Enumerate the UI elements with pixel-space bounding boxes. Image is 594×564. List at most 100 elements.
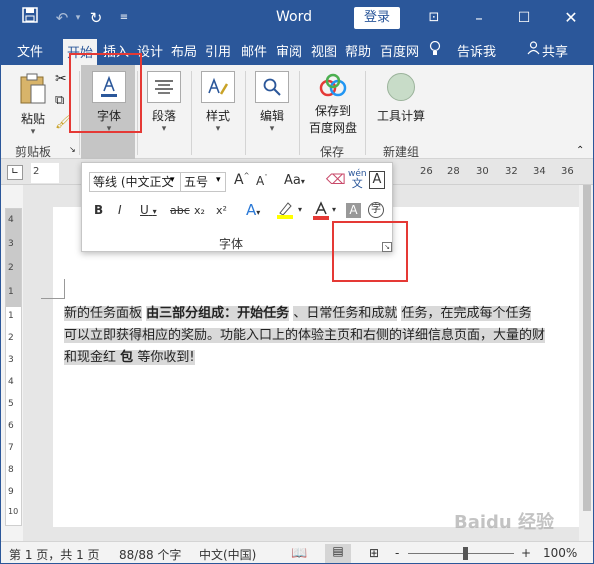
font-color-icon[interactable]: [312, 201, 330, 224]
tools-calc-button[interactable]: 工具计算: [373, 73, 429, 124]
paragraph-button[interactable]: 段落 ▾: [144, 71, 184, 134]
quick-access-icon[interactable]: ≡: [113, 7, 135, 29]
tab-view[interactable]: 视图: [311, 41, 337, 60]
zoom-slider-thumb[interactable]: [463, 547, 468, 560]
zoom-slider-track[interactable]: [408, 553, 514, 554]
save-to-baidu-button[interactable]: 保存到 百度网盘: [305, 73, 361, 136]
font-name-select[interactable]: 等线 (中文正文: [89, 172, 181, 192]
phonetic-guide-button[interactable]: wén 文: [348, 169, 367, 189]
text-line: 可以立即获得相应的奖励。功能入口上的体验主页和右侧的详细信息页面，大量的财: [64, 325, 578, 347]
shrink-font-button[interactable]: Aˇ: [256, 174, 268, 188]
font-name-dropdown-icon[interactable]: ▾: [170, 175, 175, 185]
language-indicator[interactable]: 中文(中国): [199, 546, 256, 563]
tab-references[interactable]: 引用: [205, 41, 231, 60]
title-bar: ↶ ▾ ↻ ≡ Word 登录 ⊡ – ☐ ✕: [1, 1, 593, 35]
copy-icon[interactable]: ⧉: [55, 93, 64, 108]
clipboard-icon: [15, 73, 51, 108]
paragraph-icon: [147, 71, 181, 103]
clipboard-launcher-icon[interactable]: ↘: [69, 145, 76, 154]
tab-selector-icon[interactable]: ∟: [7, 165, 23, 180]
ruler-number: 4: [8, 215, 14, 225]
ruler-number: 36: [561, 166, 574, 177]
vertical-scrollbar[interactable]: [579, 185, 593, 541]
bold-button[interactable]: B: [94, 203, 103, 217]
save-icon[interactable]: [19, 7, 41, 29]
document-text[interactable]: 新的任务面板 由三部分组成：开始任务 、日常任务和成就 任务，在完成每个任务 可…: [64, 303, 578, 369]
save-baidu-label-1: 保存到: [314, 104, 351, 118]
tab-help[interactable]: 帮助: [345, 41, 371, 60]
page-count[interactable]: 第 1 页，共 1 页: [9, 546, 100, 563]
close-icon[interactable]: ✕: [560, 7, 582, 29]
text-line: 新的任务面板 由三部分组成：开始任务 、日常任务和成就 任务，在完成每个任务: [64, 303, 578, 325]
zoom-level[interactable]: 100%: [543, 546, 577, 560]
character-shading-icon[interactable]: A: [346, 203, 361, 218]
redo-icon[interactable]: ↻: [85, 7, 107, 29]
tools-calc-label: 工具计算: [376, 109, 425, 123]
search-icon: [255, 71, 289, 103]
text-effects-icon[interactable]: A▾: [246, 201, 260, 219]
read-mode-icon[interactable]: 📖: [291, 546, 307, 561]
highlight-dropdown-icon[interactable]: ▾: [298, 205, 302, 214]
baidu-cloud-icon: [305, 73, 361, 102]
font-size-dropdown-icon[interactable]: ▾: [216, 175, 221, 185]
maximize-icon[interactable]: ☐: [513, 7, 535, 29]
ruler-number: 28: [447, 166, 460, 177]
tab-layout[interactable]: 布局: [171, 41, 197, 60]
font-panel-title: 字体: [219, 237, 244, 251]
ruler-number: 3: [8, 355, 14, 365]
ruler-number: 26: [420, 166, 433, 177]
superscript-button[interactable]: x²: [216, 204, 227, 217]
lightbulb-icon[interactable]: [429, 40, 441, 60]
tab-review[interactable]: 审阅: [276, 41, 302, 60]
editing-button[interactable]: 编辑 ▾: [252, 71, 292, 134]
italic-button[interactable]: I: [118, 203, 122, 217]
strikethrough-button[interactable]: abc: [170, 204, 190, 217]
ruler-number: 32: [505, 166, 518, 177]
text-line: 和现金红 包 等你收到!: [64, 347, 578, 369]
paste-label: 粘贴: [20, 112, 45, 126]
cut-icon[interactable]: ✂: [55, 71, 67, 87]
tab-baidu[interactable]: 百度网: [380, 41, 419, 60]
paste-button[interactable]: 粘贴 ▾: [15, 73, 51, 137]
underline-button[interactable]: U ▾: [140, 203, 157, 217]
zoom-out-button[interactable]: -: [395, 546, 399, 560]
new-group-label: 新建组: [383, 145, 420, 159]
share-button[interactable]: 共享: [542, 41, 568, 60]
ruler-number: 30: [476, 166, 489, 177]
grow-font-button[interactable]: A^: [234, 172, 249, 188]
login-button[interactable]: 登录: [354, 7, 400, 29]
ribbon-display-icon[interactable]: ⊡: [423, 7, 445, 29]
subscript-button[interactable]: x₂: [194, 204, 205, 217]
ruler-number: 9: [8, 487, 14, 497]
font-color-dropdown-icon[interactable]: ▾: [332, 205, 336, 214]
web-layout-icon[interactable]: ⊞: [369, 546, 379, 560]
ruler-number: 4: [8, 377, 14, 387]
vertical-ruler[interactable]: 4 3 2 1 1 2 3 4 5 6 7 8 9 10: [5, 208, 22, 526]
styles-button[interactable]: 样式 ▾: [198, 71, 238, 134]
status-bar: 第 1 页，共 1 页 88/88 个字 中文(中国) 📖 ▤ ⊞ - + 10…: [1, 541, 593, 563]
tab-mailings[interactable]: 邮件: [241, 41, 267, 60]
clear-format-icon[interactable]: ⌫: [326, 172, 346, 188]
ruler-number: 1: [8, 287, 14, 297]
highlight-color-icon[interactable]: [276, 201, 296, 223]
change-case-button[interactable]: Aa▾: [284, 173, 305, 188]
tell-me-search[interactable]: 告诉我: [457, 41, 496, 60]
scrollbar-thumb[interactable]: [583, 185, 591, 511]
styles-dropdown-icon[interactable]: ▾: [198, 124, 238, 134]
character-border-icon[interactable]: A: [369, 171, 385, 189]
paragraph-dropdown-icon[interactable]: ▾: [144, 124, 184, 134]
paste-dropdown-icon[interactable]: ▾: [15, 127, 51, 137]
print-layout-icon[interactable]: ▤: [325, 544, 351, 563]
share-person-icon[interactable]: [527, 41, 540, 59]
minimize-icon[interactable]: –: [468, 7, 490, 29]
word-count[interactable]: 88/88 个字: [119, 546, 181, 563]
zoom-in-button[interactable]: +: [521, 546, 531, 560]
ruler-number: 8: [8, 465, 14, 475]
ruler-number: 10: [8, 507, 19, 516]
tab-file[interactable]: 文件: [17, 41, 43, 60]
highlight-box-launcher: [332, 221, 408, 282]
enclosed-character-icon[interactable]: 字: [368, 202, 384, 218]
ruler-number: 2: [8, 263, 14, 273]
editing-dropdown-icon[interactable]: ▾: [252, 124, 292, 134]
collapse-ribbon-icon[interactable]: ⌃: [576, 145, 584, 156]
